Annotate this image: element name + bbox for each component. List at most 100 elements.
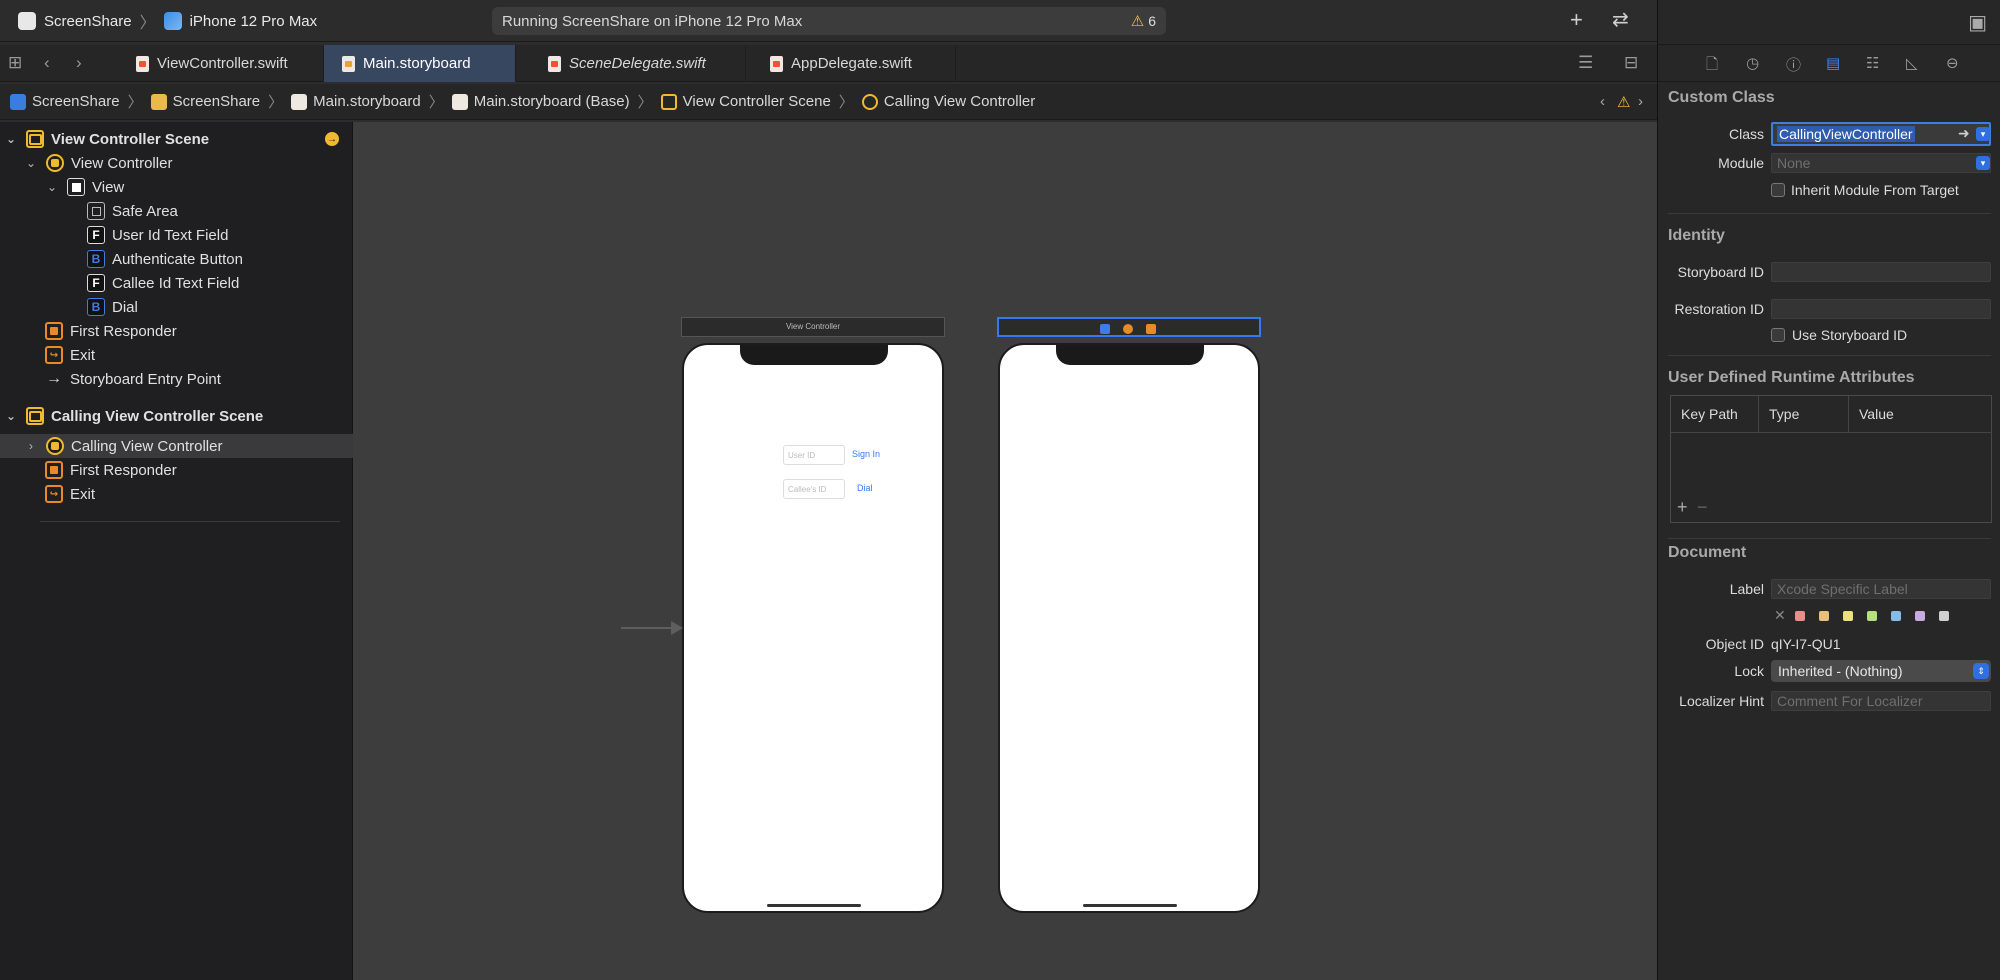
- tab-appdelegate[interactable]: AppDelegate.swift: [752, 45, 956, 82]
- breadcrumb-storyboard-base[interactable]: Main.storyboard (Base): [451, 93, 630, 110]
- storyboard-file-icon: [291, 93, 308, 110]
- inherit-module-checkbox[interactable]: [1771, 183, 1785, 197]
- forward-icon[interactable]: ›: [76, 53, 82, 73]
- warnings-badge[interactable]: ⚠ 6: [1131, 12, 1156, 30]
- warning-icon: ⚠: [1130, 13, 1145, 30]
- outline-exit-2[interactable]: Exit: [0, 482, 353, 506]
- outline-safe-area[interactable]: Safe Area: [0, 199, 353, 223]
- runtime-attributes-table[interactable]: Key Path Type Value + −: [1670, 395, 1992, 523]
- clear-color-icon[interactable]: ✕: [1774, 607, 1786, 624]
- outline-view[interactable]: ⌄ View: [0, 175, 353, 199]
- breadcrumb-folder[interactable]: ScreenShare: [150, 93, 260, 110]
- chevron-down-icon[interactable]: ⌄: [4, 132, 18, 146]
- sign-in-button[interactable]: Sign In: [852, 449, 880, 459]
- view-controller-phone[interactable]: User ID Sign In Callee's ID Dial: [682, 343, 944, 913]
- calling-view-controller-phone[interactable]: [998, 343, 1260, 913]
- scene-title-bar[interactable]: View Controller: [681, 317, 945, 337]
- exit-icon[interactable]: [1146, 324, 1156, 334]
- tab-scenedelegate[interactable]: SceneDelegate.swift: [530, 45, 746, 82]
- chevron-down-icon[interactable]: ⌄: [45, 180, 59, 194]
- user-id-field[interactable]: User ID: [783, 445, 845, 465]
- outline-view-controller[interactable]: ⌄ View Controller: [0, 151, 353, 175]
- toggle-inspector-icon[interactable]: ▣: [1968, 10, 1987, 35]
- module-dropdown-button[interactable]: ▾: [1976, 156, 1990, 170]
- remove-icon[interactable]: −: [1697, 497, 1708, 518]
- outline-scene-calling[interactable]: ⌄ Calling View Controller Scene: [0, 404, 353, 428]
- warning-icon[interactable]: ⚠: [1617, 93, 1630, 111]
- chevron-left-icon[interactable]: ‹: [1600, 93, 1605, 110]
- callee-id-field[interactable]: Callee's ID: [783, 479, 845, 499]
- swift-file-icon: [136, 55, 149, 72]
- activity-viewer[interactable]: Running ScreenShare on iPhone 12 Pro Max…: [492, 7, 1166, 35]
- file-inspector-icon[interactable]: 🗋: [1706, 54, 1718, 79]
- outline-first-responder[interactable]: First Responder: [0, 319, 353, 343]
- chevron-down-icon[interactable]: ⌄: [4, 409, 18, 423]
- breadcrumb-storyboard[interactable]: Main.storyboard: [291, 93, 421, 110]
- col-type[interactable]: Type: [1759, 396, 1849, 432]
- add-icon[interactable]: +: [1677, 497, 1688, 518]
- arrow-right-icon[interactable]: →: [325, 132, 339, 146]
- first-responder-icon[interactable]: [1123, 324, 1133, 334]
- editor-options-icon[interactable]: ☰: [1578, 53, 1593, 73]
- history-inspector-icon[interactable]: ◷: [1746, 54, 1759, 72]
- outline-first-responder-2[interactable]: First Responder: [0, 458, 353, 482]
- scheme-selector[interactable]: ScreenShare 〉 iPhone 12 Pro Max: [18, 9, 317, 33]
- color-swatch-green[interactable]: [1867, 611, 1877, 621]
- view-controller-icon[interactable]: [1100, 324, 1110, 334]
- outline-exit[interactable]: Exit: [0, 343, 353, 367]
- localizer-hint-field[interactable]: Comment For Localizer: [1771, 691, 1991, 711]
- scene-title-bar-selected[interactable]: [997, 317, 1261, 337]
- chevron-down-icon[interactable]: ⌄: [24, 156, 38, 170]
- outline-calling-view-controller[interactable]: › Calling View Controller: [0, 434, 353, 458]
- go-to-class-icon[interactable]: ➜: [1958, 125, 1970, 142]
- outline-callee-id-field[interactable]: F Callee Id Text Field: [0, 271, 353, 295]
- color-swatch-blue[interactable]: [1891, 611, 1901, 621]
- first-responder-icon: [45, 461, 63, 479]
- outline-dial[interactable]: B Dial: [0, 295, 353, 319]
- breadcrumb-controller[interactable]: Calling View Controller: [861, 93, 1036, 110]
- lock-select[interactable]: Inherited - (Nothing) ⇕: [1771, 660, 1991, 682]
- module-field[interactable]: None: [1771, 153, 1991, 173]
- tab-viewcontroller[interactable]: ViewController.swift: [118, 45, 324, 82]
- color-swatch-gray[interactable]: [1939, 611, 1949, 621]
- code-review-icon[interactable]: ⇄: [1612, 7, 1629, 32]
- split-editor-icon[interactable]: ⊟: [1624, 53, 1638, 73]
- attributes-inspector-icon[interactable]: ☷: [1866, 54, 1879, 72]
- outline-scene-view-controller[interactable]: ⌄ View Controller Scene →: [0, 127, 353, 151]
- storyboard-id-field[interactable]: [1771, 262, 1991, 282]
- storyboard-canvas[interactable]: View Controller User ID Sign In Callee's…: [353, 122, 1983, 980]
- object-id-label: Object ID: [1705, 636, 1764, 652]
- back-icon[interactable]: ‹: [44, 53, 50, 73]
- label-field[interactable]: Xcode Specific Label: [1771, 579, 1991, 599]
- outline-label: Calling View Controller: [71, 437, 223, 455]
- size-inspector-icon[interactable]: ◺: [1906, 54, 1918, 72]
- col-value[interactable]: Value: [1849, 396, 1991, 432]
- outline-user-id-field[interactable]: F User Id Text Field: [0, 223, 353, 247]
- chevron-right-icon[interactable]: ›: [1638, 93, 1643, 110]
- chevron-right-icon: 〉: [637, 94, 653, 111]
- breadcrumb-project[interactable]: ScreenShare: [10, 93, 120, 110]
- color-swatch-red[interactable]: [1795, 611, 1805, 621]
- use-storyboard-id-checkbox[interactable]: [1771, 328, 1785, 342]
- help-inspector-icon[interactable]: ⓘ: [1786, 54, 1801, 75]
- storyboard-entry-arrow[interactable]: [621, 621, 683, 635]
- grid-icon[interactable]: ⊞: [8, 53, 22, 73]
- class-dropdown-button[interactable]: ▾: [1976, 127, 1990, 141]
- add-icon[interactable]: +: [1570, 7, 1583, 33]
- restoration-id-field[interactable]: [1771, 299, 1991, 319]
- object-id-value: qIY-I7-QU1: [1771, 636, 1841, 652]
- outline-entry-point[interactable]: → Storyboard Entry Point: [0, 367, 353, 391]
- color-swatch-orange[interactable]: [1819, 611, 1829, 621]
- color-swatch-yellow[interactable]: [1843, 611, 1853, 621]
- color-swatch-purple[interactable]: [1915, 611, 1925, 621]
- connections-inspector-icon[interactable]: ⊖: [1946, 54, 1959, 72]
- dial-button[interactable]: Dial: [857, 483, 873, 493]
- identity-inspector-icon[interactable]: ▤: [1826, 54, 1840, 72]
- outline-authenticate-button[interactable]: B Authenticate Button: [0, 247, 353, 271]
- outline-label: View Controller Scene: [51, 130, 210, 148]
- tab-main-storyboard[interactable]: Main.storyboard: [324, 45, 516, 82]
- breadcrumb-scene[interactable]: View Controller Scene: [660, 93, 831, 110]
- col-key-path[interactable]: Key Path: [1671, 396, 1759, 432]
- chevron-right-icon[interactable]: ›: [24, 439, 38, 453]
- breadcrumb-label: Calling View Controller: [883, 93, 1036, 110]
